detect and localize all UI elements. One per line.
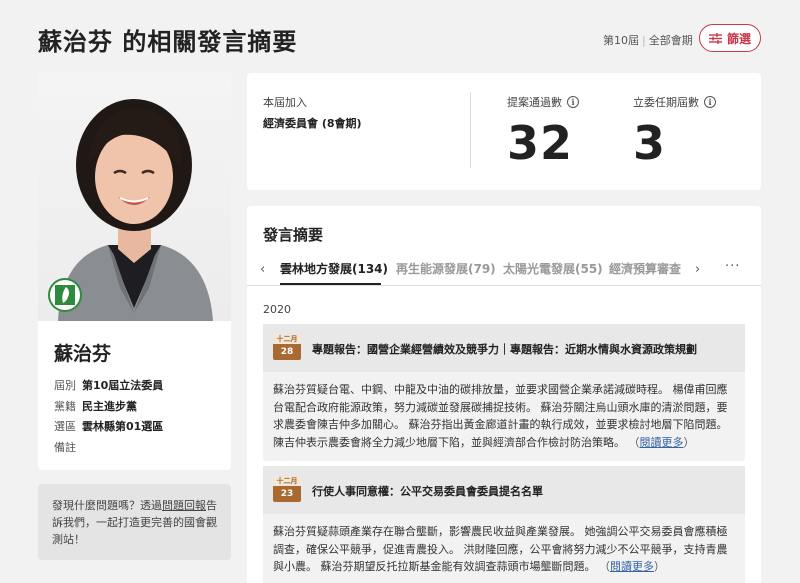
terms-value: 3	[633, 116, 667, 170]
info-value: 雲林縣第01選區	[82, 420, 164, 434]
proposals-stat: 提案通過數 i 32	[507, 94, 579, 170]
info-value: 民主進步黨	[82, 399, 137, 413]
info-key: 黨籍	[54, 399, 76, 413]
proposals-value: 32	[507, 116, 574, 170]
speech-entry: 十二月 23 行使人事同意權：公平交易委員會委員提名名單 蘇治芬質疑蒜頭產業存在…	[263, 466, 745, 583]
report-link[interactable]: 問題回報	[162, 499, 206, 512]
info-row-district: 選區 雲林縣第01選區	[54, 416, 163, 437]
chevron-right-icon[interactable]: ›	[695, 262, 700, 277]
summary-card: 發言摘要 ‹ 雲林地方發展(134) 再生能源發展(79) 太陽光電發展(55)…	[247, 206, 761, 583]
filter-label: 篩選	[726, 31, 751, 46]
legislator-name: 蘇治芬	[54, 343, 112, 365]
join-value: 經濟委員會 (8會期)	[263, 117, 362, 130]
date-day: 28	[273, 344, 301, 360]
join-label: 本屆加入	[263, 96, 307, 109]
profile-card: 蘇治芬 屆別 第10屆立法委員 黨籍 民主進步黨 選區 雲林縣第01選區 備註	[38, 73, 231, 470]
terms-label: 立委任期屆數	[633, 96, 699, 109]
entry-body: 蘇治芬質疑台電、中鋼、中龍及中油的碳排放量，並要求國營企業承諾減碳時程。 楊偉甫…	[263, 372, 745, 461]
paren-open: （	[599, 560, 610, 573]
entry-title: 專題報告：國營企業經營績效及競爭力｜專題報告：近期水情與水資源政策規劃	[312, 343, 697, 356]
chevron-left-icon[interactable]: ‹	[260, 262, 265, 277]
tab-topic[interactable]: 再生能源發展(79)	[396, 260, 496, 277]
session-info: 第10屆 | 全部會期	[603, 32, 693, 48]
tabs-scroll: 雲林地方發展(134) 再生能源發展(79) 太陽光電發展(55) 經濟預算審查…	[275, 252, 681, 285]
info-key: 屆別	[54, 379, 76, 393]
date-month: 十二月	[273, 334, 301, 344]
tabs-bar: ‹ 雲林地方發展(134) 再生能源發展(79) 太陽光電發展(55) 經濟預算…	[247, 252, 761, 286]
summary-title: 發言摘要	[263, 226, 324, 244]
proposals-label: 提案通過數	[507, 96, 562, 109]
info-icon[interactable]: i	[704, 96, 716, 108]
date-month: 十二月	[273, 476, 301, 486]
date-badge: 十二月 23	[273, 476, 301, 502]
terms-stat: 立委任期屆數 i 3	[633, 94, 716, 170]
paren-open: （	[628, 435, 640, 449]
active-tab-indicator	[280, 283, 381, 285]
read-more-link[interactable]: 閱讀更多	[610, 560, 654, 573]
filter-button[interactable]: 篩選	[699, 24, 761, 52]
entry-header[interactable]: 十二月 28 專題報告：國營企業經營績效及競爭力｜專題報告：近期水情與水資源政策…	[263, 324, 745, 372]
date-day: 23	[273, 486, 301, 502]
party-logo	[48, 278, 82, 312]
date-badge: 十二月 28	[273, 334, 301, 360]
session-label: 全部會期	[648, 34, 693, 47]
entry-header[interactable]: 十二月 23 行使人事同意權：公平交易委員會委員提名名單	[263, 466, 745, 514]
info-value: 第10屆立法委員	[82, 379, 164, 393]
tab-topic[interactable]: 雲林地方發展(134)	[280, 260, 388, 277]
report-box: 發現什麼問題嗎？透過問題回報告訴我們，一起打造更完善的國會觀測站！	[38, 484, 231, 560]
term-label: 第10屆	[603, 34, 639, 47]
paren-close: ）	[683, 435, 695, 449]
tab-topic[interactable]: 經濟預算審查(	[609, 260, 681, 277]
more-options-icon[interactable]: ···	[725, 259, 740, 274]
entry-body: 蘇治芬質疑蒜頭產業存在聯合壟斷，影響農民收益與產業發展。 她強調公平交易委員會應…	[263, 514, 745, 583]
session-separator: |	[642, 34, 646, 47]
page-title: 蘇治芬 的相關發言摘要	[38, 28, 298, 56]
year-label: 2020	[263, 303, 291, 316]
info-row-term: 屆別 第10屆立法委員	[54, 375, 163, 396]
read-more-link[interactable]: 閱讀更多	[640, 436, 684, 449]
info-key: 備註	[54, 440, 76, 454]
speech-entry: 十二月 28 專題報告：國營企業經營績效及競爭力｜專題報告：近期水情與水資源政策…	[263, 324, 745, 461]
info-row-party: 黨籍 民主進步黨	[54, 396, 163, 417]
profile-info: 屆別 第10屆立法委員 黨籍 民主進步黨 選區 雲林縣第01選區 備註	[54, 375, 163, 457]
info-row-note: 備註	[54, 437, 163, 458]
info-icon[interactable]: i	[567, 96, 579, 108]
stats-divider	[470, 92, 471, 168]
stats-card: 本屆加入 經濟委員會 (8會期) 提案通過數 i 32 立委任期屆數 i 3	[247, 73, 761, 190]
entry-title: 行使人事同意權：公平交易委員會委員提名名單	[312, 485, 543, 498]
report-text-before: 發現什麼問題嗎？透過	[52, 499, 162, 512]
legislator-photo	[38, 73, 231, 321]
tab-topic[interactable]: 太陽光電發展(55)	[503, 260, 603, 277]
info-key: 選區	[54, 420, 76, 434]
filter-icon	[708, 32, 722, 44]
paren-close: ）	[654, 560, 665, 573]
